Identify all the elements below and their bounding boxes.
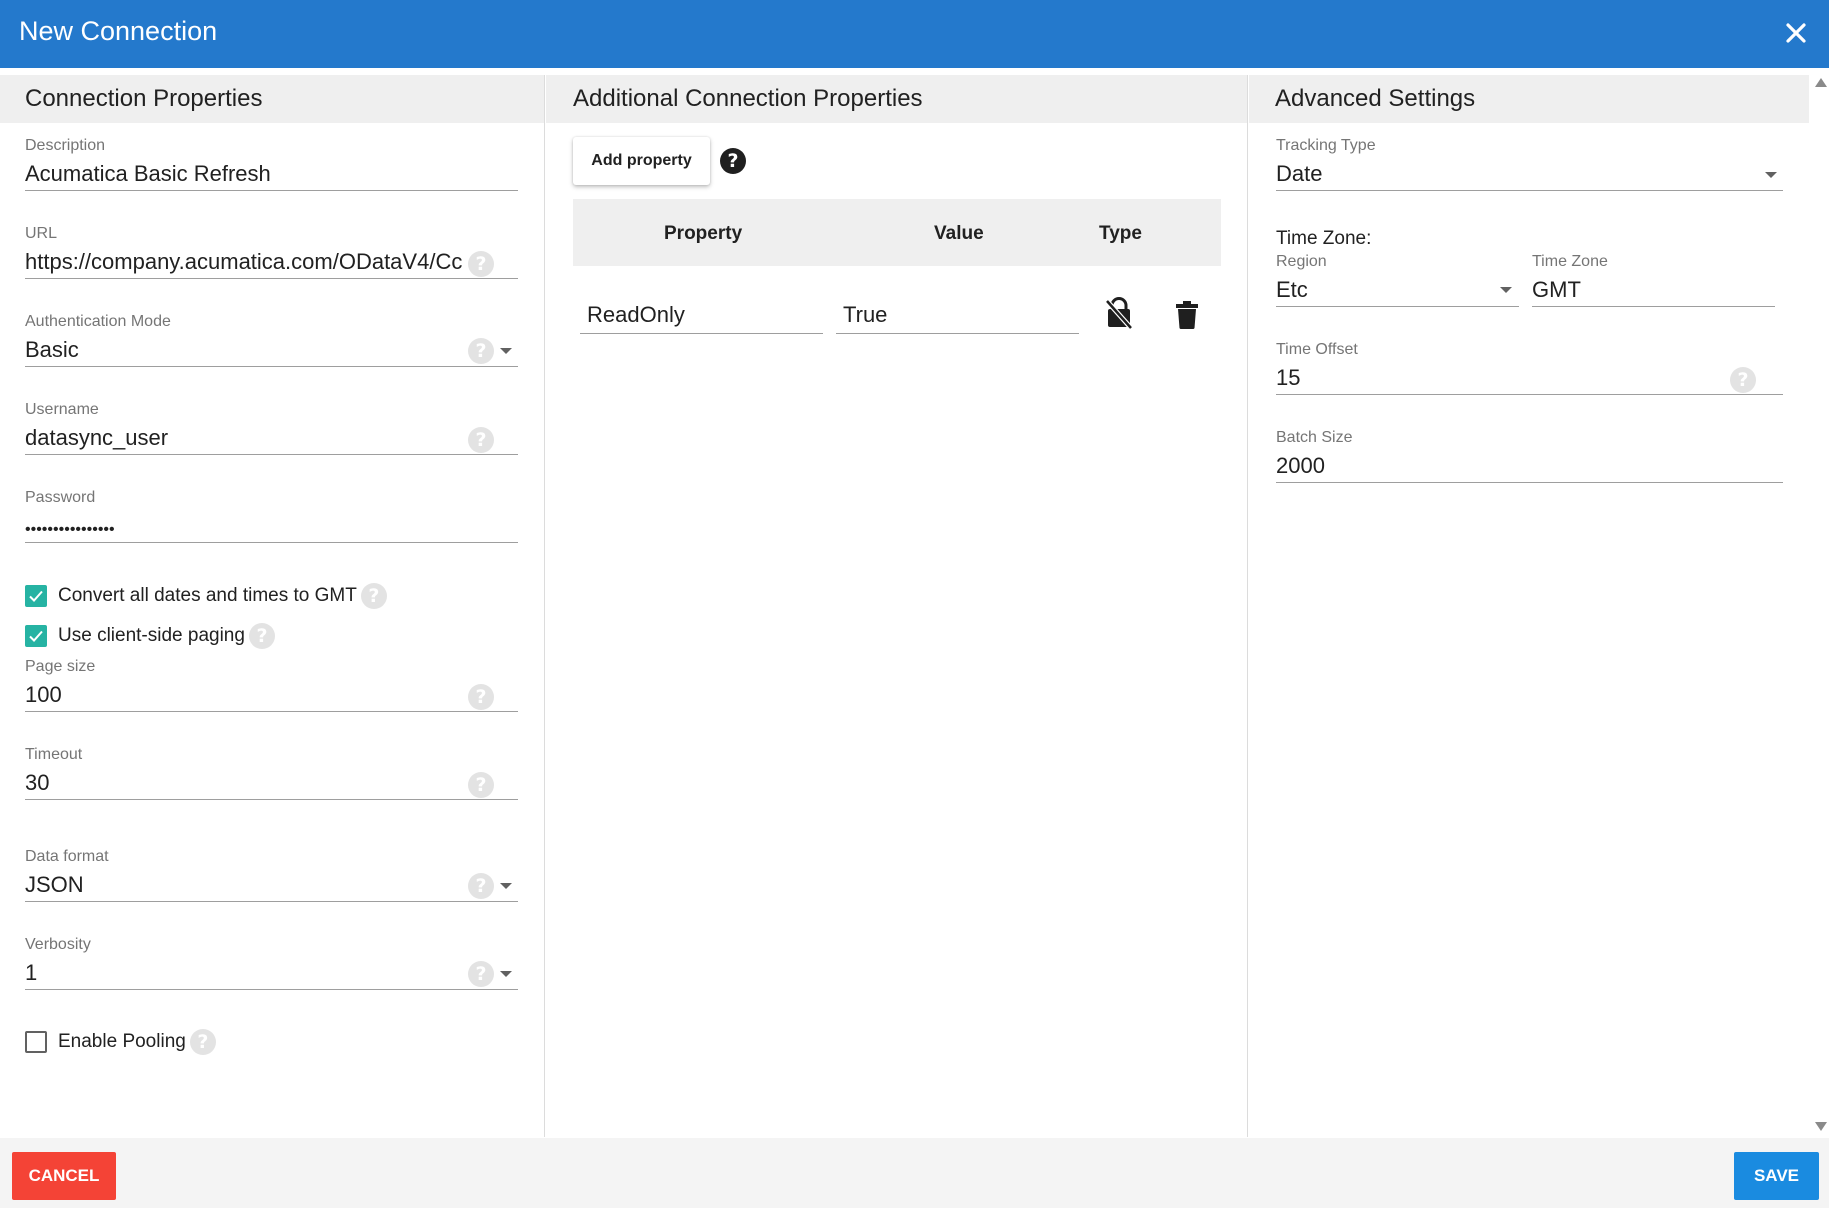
dialog-title: New Connection <box>19 16 218 46</box>
url-field[interactable]: URL https://company.acumatica.com/ODataV… <box>25 224 518 279</box>
time-offset-field[interactable]: Time Offset 15 ? <box>1276 340 1783 395</box>
chevron-down-icon[interactable] <box>500 348 512 354</box>
enable-pooling-checkbox[interactable] <box>25 1031 47 1053</box>
enable-pooling-help-icon[interactable]: ? <box>189 1029 216 1055</box>
verbosity-label: Verbosity <box>25 936 91 953</box>
page-size-input[interactable]: 100 <box>25 681 425 709</box>
username-help-icon[interactable]: ? <box>468 427 494 453</box>
scroll-up-arrow-icon[interactable] <box>1815 78 1827 87</box>
save-button[interactable]: SAVE <box>1734 1152 1819 1200</box>
username-label: Username <box>25 401 99 418</box>
lock-off-icon[interactable] <box>1105 297 1133 329</box>
time-offset-input[interactable]: 15 <box>1276 364 1716 392</box>
time-zone-heading: Time Zone: <box>1276 228 1372 249</box>
client-paging-help-icon[interactable]: ? <box>248 623 275 649</box>
description-input[interactable]: Acumatica Basic Refresh <box>25 160 485 188</box>
auth-mode-help-icon[interactable]: ? <box>468 338 494 364</box>
chevron-down-icon[interactable] <box>500 971 512 977</box>
enable-pooling-checkbox-row[interactable]: Enable Pooling ? <box>25 1029 216 1055</box>
auth-mode-field[interactable]: Authentication Mode Basic ? <box>25 312 518 367</box>
additional-properties-header: Additional Connection Properties <box>546 75 1247 123</box>
chevron-down-icon[interactable] <box>1765 172 1777 178</box>
time-zone-label: Time Zone <box>1532 253 1608 270</box>
convert-dates-help-icon[interactable]: ? <box>360 583 387 609</box>
timeout-field[interactable]: Timeout 30 ? <box>25 745 518 800</box>
scroll-down-arrow-icon[interactable] <box>1815 1122 1827 1131</box>
url-label: URL <box>25 225 58 242</box>
chevron-down-icon[interactable] <box>500 883 512 889</box>
region-label: Region <box>1276 253 1327 270</box>
region-select[interactable]: Etc <box>1276 276 1476 304</box>
description-field[interactable]: Description Acumatica Basic Refresh <box>25 136 518 191</box>
batch-size-label: Batch Size <box>1276 429 1353 446</box>
properties-table-header: Property Value Type <box>573 199 1221 266</box>
password-input[interactable]: •••••••••••••••• <box>25 516 485 544</box>
trash-icon[interactable] <box>1175 301 1199 329</box>
data-format-label: Data format <box>25 848 109 865</box>
client-paging-checkbox[interactable] <box>25 625 47 647</box>
data-format-help-icon[interactable]: ? <box>468 873 494 899</box>
add-property-help-icon[interactable]: ? <box>720 148 746 174</box>
verbosity-help-icon[interactable]: ? <box>468 961 494 987</box>
cancel-button[interactable]: CANCEL <box>12 1152 116 1200</box>
tracking-type-field[interactable]: Tracking Type Date <box>1276 136 1783 191</box>
column-header-value: Value <box>934 223 984 244</box>
convert-dates-label: Convert all dates and times to GMT <box>58 585 357 606</box>
close-icon[interactable] <box>1781 18 1811 48</box>
tracking-type-label: Tracking Type <box>1276 137 1376 154</box>
time-offset-label: Time Offset <box>1276 341 1358 358</box>
dialog-title-bar: New Connection <box>0 0 1829 68</box>
vertical-scrollbar[interactable] <box>1811 75 1829 1137</box>
password-field[interactable]: Password •••••••••••••••• <box>25 488 518 543</box>
auth-mode-select[interactable]: Basic <box>25 336 425 364</box>
verbosity-select[interactable]: 1 <box>25 959 425 987</box>
checkmark-icon <box>29 590 43 602</box>
description-label: Description <box>25 137 106 154</box>
batch-size-field[interactable]: Batch Size 2000 <box>1276 428 1783 483</box>
page-size-label: Page size <box>25 658 96 675</box>
client-paging-checkbox-row[interactable]: Use client-side paging ? <box>25 623 275 649</box>
password-label: Password <box>25 489 96 506</box>
time-zone-input[interactable]: GMT <box>1532 276 1762 304</box>
advanced-settings-header: Advanced Settings <box>1249 75 1809 123</box>
property-value-input[interactable]: True <box>836 300 1079 334</box>
timeout-help-icon[interactable]: ? <box>468 772 494 798</box>
page-size-help-icon[interactable]: ? <box>468 684 494 710</box>
timeout-label: Timeout <box>25 746 83 763</box>
region-field[interactable]: Region Etc <box>1276 252 1519 307</box>
auth-mode-label: Authentication Mode <box>25 313 171 330</box>
verbosity-field[interactable]: Verbosity 1 ? <box>25 935 518 990</box>
username-field[interactable]: Username datasync_user ? <box>25 400 518 455</box>
batch-size-input[interactable]: 2000 <box>1276 452 1736 480</box>
timeout-input[interactable]: 30 <box>25 769 425 797</box>
url-input[interactable]: https://company.acumatica.com/ODataV4/Cc <box>25 248 465 276</box>
data-format-select[interactable]: JSON <box>25 871 425 899</box>
dialog-footer <box>0 1138 1829 1208</box>
property-name-input[interactable]: ReadOnly <box>580 300 823 334</box>
time-offset-help-icon[interactable]: ? <box>1730 367 1756 393</box>
time-zone-field[interactable]: Time Zone GMT <box>1532 252 1775 307</box>
tracking-type-select[interactable]: Date <box>1276 160 1736 188</box>
convert-dates-checkbox[interactable] <box>25 585 47 607</box>
convert-dates-checkbox-row[interactable]: Convert all dates and times to GMT ? <box>25 583 387 609</box>
page-size-field[interactable]: Page size 100 ? <box>25 657 518 712</box>
client-paging-label: Use client-side paging <box>58 625 245 646</box>
url-help-icon[interactable]: ? <box>468 251 494 277</box>
username-input[interactable]: datasync_user <box>25 424 425 452</box>
data-format-field[interactable]: Data format JSON ? <box>25 847 518 902</box>
chevron-down-icon[interactable] <box>1500 287 1512 293</box>
add-property-button[interactable]: Add property <box>573 137 710 185</box>
column-header-type: Type <box>1099 223 1142 244</box>
enable-pooling-label: Enable Pooling <box>58 1031 186 1052</box>
connection-properties-header: Connection Properties <box>0 75 544 123</box>
checkmark-icon <box>29 630 43 642</box>
column-header-property: Property <box>664 223 743 244</box>
